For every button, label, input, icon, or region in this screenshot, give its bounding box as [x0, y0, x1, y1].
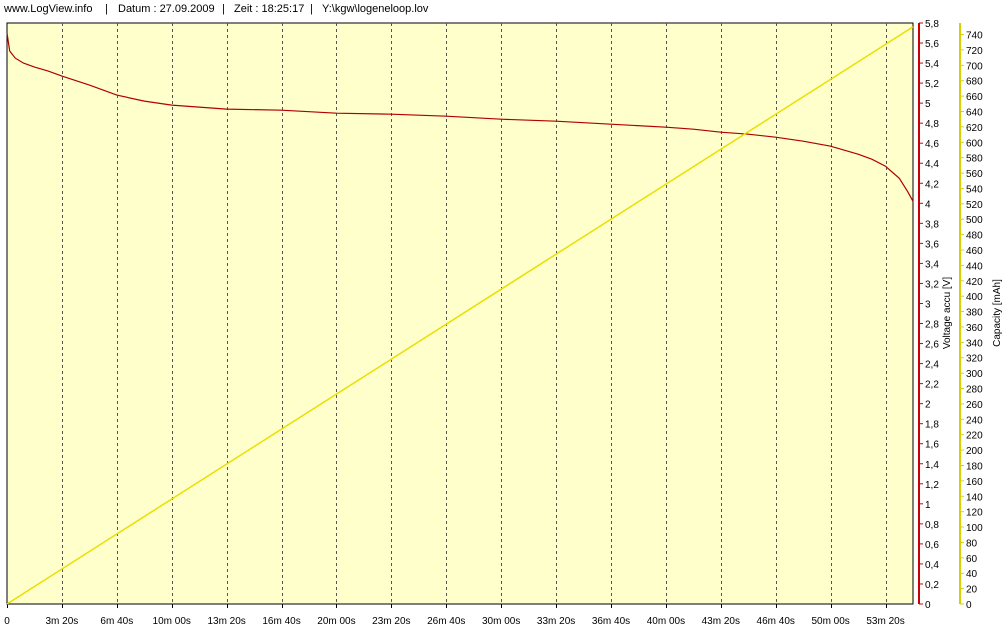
- voltage-tick-label: 4: [925, 199, 931, 210]
- voltage-tick-label: 2,2: [925, 380, 939, 391]
- capacity-tick-label: 340: [966, 338, 983, 349]
- x-tick-label: 46m 40s: [757, 616, 795, 627]
- capacity-tick-label: 80: [966, 538, 978, 549]
- voltage-tick-label: 0,8: [925, 520, 939, 531]
- voltage-tick-label: 3: [925, 299, 931, 310]
- x-tick-label: 13m 20s: [207, 616, 245, 627]
- capacity-tick-label: 640: [966, 107, 983, 118]
- voltage-tick-label: 2,8: [925, 320, 939, 331]
- voltage-tick-label: 1,8: [925, 420, 939, 431]
- x-tick-label: 53m 20s: [866, 616, 904, 627]
- voltage-tick-label: 2,4: [925, 360, 939, 371]
- voltage-tick-label: 4,2: [925, 179, 939, 190]
- separator: |: [222, 3, 225, 15]
- capacity-tick-label: 460: [966, 246, 983, 257]
- capacity-tick-label: 300: [966, 369, 983, 380]
- capacity-tick-label: 420: [966, 277, 983, 288]
- chart: 0 3m 20s 6m 40s 10m 00s 13m 20s 16m 40s 20m 00…: [4, 19, 1003, 627]
- voltage-tick-label: 5: [925, 99, 931, 110]
- voltage-tick-label: 1,4: [925, 460, 939, 471]
- capacity-tick-label: 720: [966, 46, 983, 57]
- x-tick-label: 33m 20s: [537, 616, 575, 627]
- capacity-tick-label: 400: [966, 292, 983, 303]
- capacity-tick-label: 440: [966, 261, 983, 272]
- voltage-tick-label: 1: [925, 500, 931, 511]
- voltage-tick-label: 0: [925, 600, 931, 611]
- date-label: Datum : 27.09.2009: [118, 3, 215, 15]
- voltage-tick-label: 2,6: [925, 340, 939, 351]
- voltage-tick-label: 0,4: [925, 560, 939, 571]
- capacity-tick-label: 580: [966, 154, 983, 165]
- capacity-tick-label: 160: [966, 477, 983, 488]
- capacity-tick-label: 560: [966, 169, 983, 180]
- capacity-axis-title: Capacity [mAh]: [992, 279, 1003, 347]
- voltage-tick-label: 5,6: [925, 39, 939, 50]
- capacity-tick-label: 480: [966, 231, 983, 242]
- voltage-tick-label: 0,6: [925, 540, 939, 551]
- capacity-tick-label: 660: [966, 92, 983, 103]
- capacity-tick-label: 200: [966, 446, 983, 457]
- x-axis: 0 3m 20s 6m 40s 10m 00s 13m 20s 16m 40s 20m 00…: [4, 604, 905, 627]
- site-label: www.LogView.info: [4, 3, 93, 15]
- voltage-axis: 0 0,2 0,4 0,6 0,8 1 1,2 1,4 1,6 1,8 2 2,2 2,4 2,6 2,8 3…: [918, 19, 939, 611]
- capacity-tick-label: 380: [966, 308, 983, 319]
- capacity-tick-label: 40: [966, 569, 978, 580]
- x-tick-label: 36m 40s: [592, 616, 630, 627]
- capacity-tick-label: 740: [966, 31, 983, 42]
- capacity-tick-label: 0: [966, 600, 972, 611]
- capacity-tick-label: 360: [966, 323, 983, 334]
- voltage-tick-label: 0,2: [925, 580, 939, 591]
- time-label: Zeit : 18:25:17: [234, 3, 305, 15]
- capacity-tick-label: 220: [966, 431, 983, 442]
- capacity-tick-label: 180: [966, 461, 983, 472]
- x-tick-label: 40m 00s: [647, 616, 685, 627]
- x-tick-label: 10m 00s: [153, 616, 191, 627]
- x-tick-label: 30m 00s: [482, 616, 520, 627]
- capacity-tick-label: 240: [966, 415, 983, 426]
- capacity-tick-label: 600: [966, 138, 983, 149]
- separator: |: [310, 3, 313, 15]
- x-tick-label: 20m 00s: [317, 616, 355, 627]
- separator: |: [105, 3, 108, 15]
- capacity-tick-label: 500: [966, 215, 983, 226]
- capacity-tick-label: 140: [966, 492, 983, 503]
- voltage-tick-label: 2: [925, 400, 931, 411]
- voltage-tick-label: 3,4: [925, 259, 939, 270]
- capacity-tick-label: 620: [966, 123, 983, 134]
- x-tick-label: 3m 20s: [46, 616, 79, 627]
- capacity-tick-label: 100: [966, 523, 983, 534]
- file-path: Y:\kgw\logeneloop.lov: [322, 3, 429, 15]
- capacity-tick-label: 60: [966, 554, 978, 565]
- x-tick-label: 16m 40s: [262, 616, 300, 627]
- x-tick-label: 50m 00s: [811, 616, 849, 627]
- x-tick-label: 23m 20s: [372, 616, 410, 627]
- voltage-tick-label: 5,4: [925, 59, 939, 70]
- x-tick-label: 0: [4, 616, 10, 627]
- voltage-tick-label: 5,8: [925, 19, 939, 30]
- voltage-axis-title: Voltage accu [V]: [942, 277, 953, 349]
- voltage-tick-label: 1,6: [925, 440, 939, 451]
- voltage-tick-label: 4,6: [925, 139, 939, 150]
- voltage-tick-label: 4,4: [925, 159, 939, 170]
- capacity-tick-label: 20: [966, 585, 978, 596]
- x-tick-label: 26m 40s: [427, 616, 465, 627]
- voltage-tick-label: 3,6: [925, 239, 939, 250]
- voltage-tick-label: 3,8: [925, 219, 939, 230]
- capacity-tick-label: 320: [966, 354, 983, 365]
- voltage-tick-label: 5,2: [925, 79, 939, 90]
- voltage-tick-label: 1,2: [925, 480, 939, 491]
- capacity-tick-label: 680: [966, 77, 983, 88]
- x-tick-label: 6m 40s: [100, 616, 133, 627]
- x-tick-label: 43m 20s: [702, 616, 740, 627]
- capacity-tick-label: 120: [966, 508, 983, 519]
- capacity-tick-label: 280: [966, 385, 983, 396]
- capacity-tick-label: 520: [966, 200, 983, 211]
- voltage-tick-label: 4,8: [925, 119, 939, 130]
- voltage-tick-label: 3,2: [925, 279, 939, 290]
- capacity-tick-label: 260: [966, 400, 983, 411]
- capacity-tick-label: 700: [966, 61, 983, 72]
- header-bar: www.LogView.info | Datum : 27.09.2009 | …: [0, 0, 1008, 18]
- capacity-axis: 0 20 40 60 80 100 120 140 160 180 200 220 240 260 280 3…: [959, 23, 983, 611]
- capacity-tick-label: 540: [966, 184, 983, 195]
